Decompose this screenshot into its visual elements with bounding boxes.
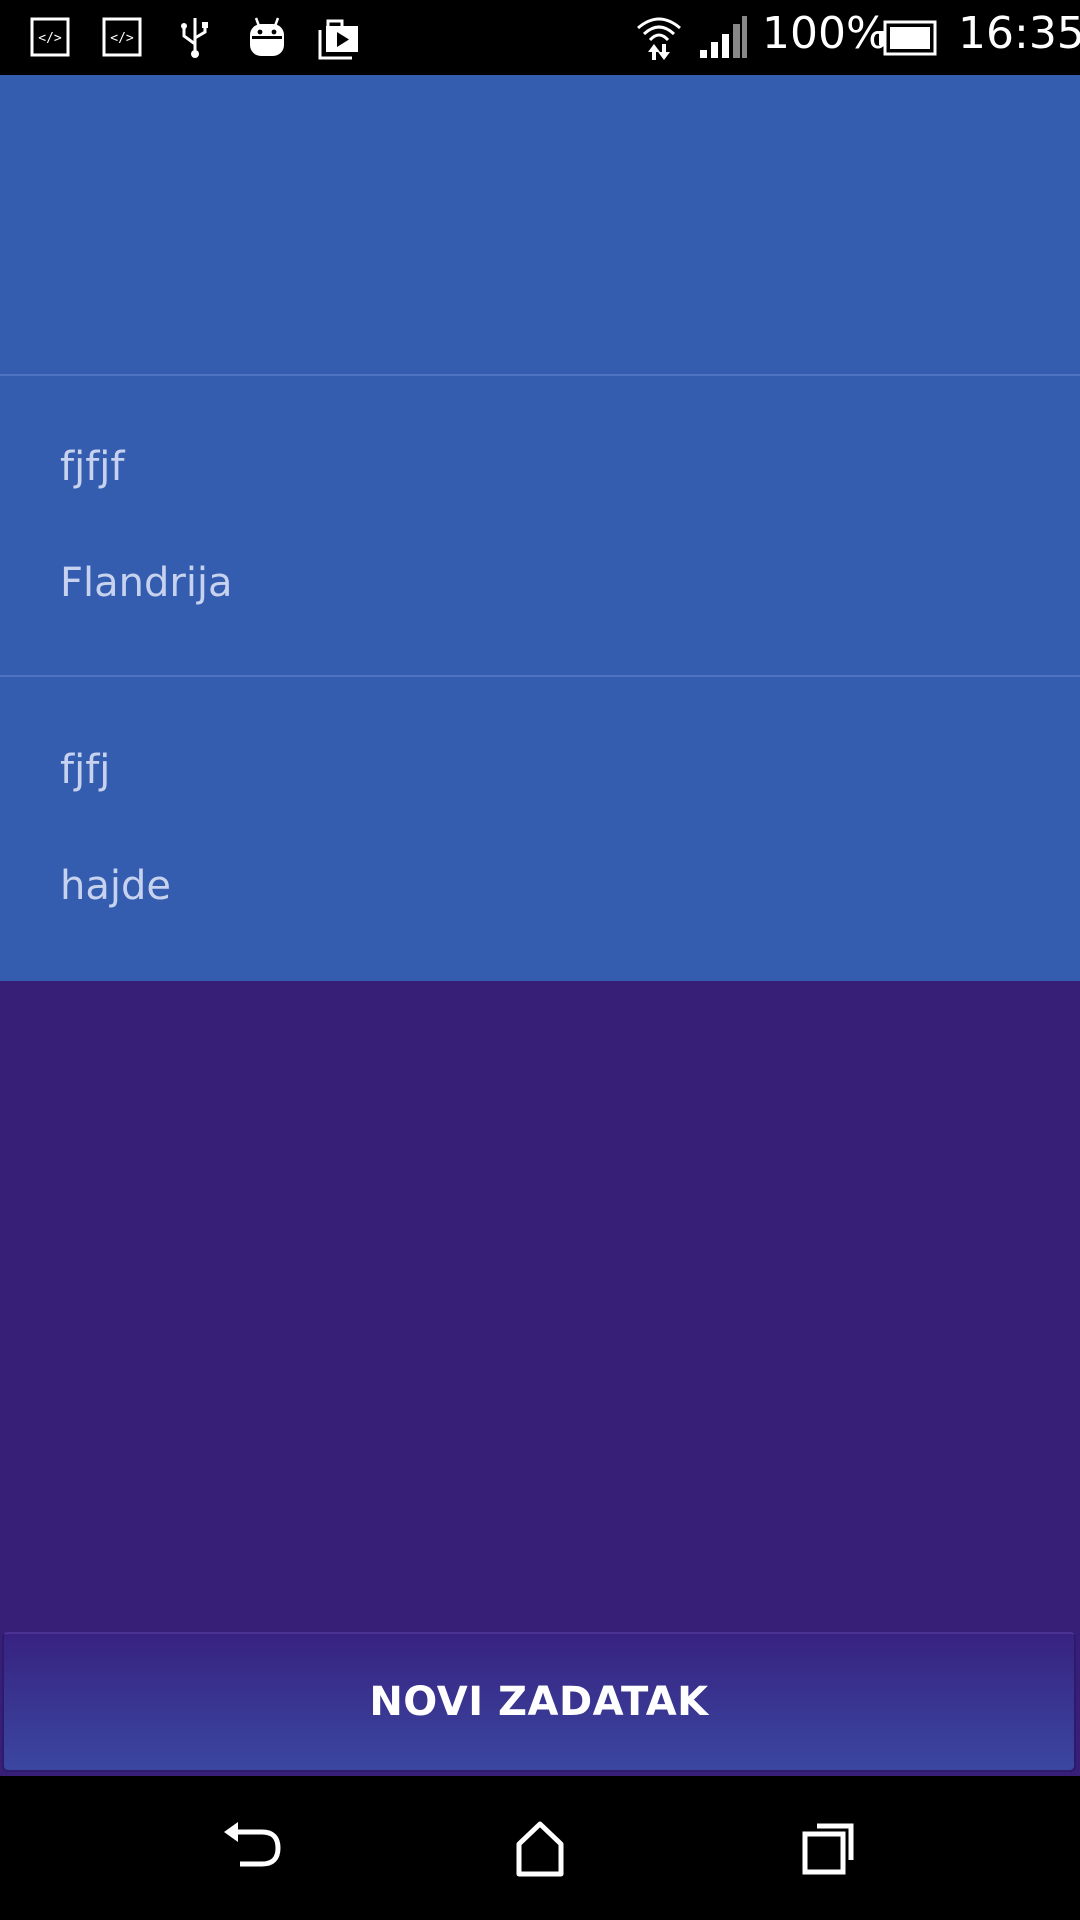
signal-icon [700, 16, 747, 58]
clock: 16:35 [958, 8, 1080, 59]
list-item[interactable]: fjfjf Flandrija [0, 376, 1080, 677]
item-title: fjfjf [60, 444, 125, 490]
svg-text:</>: </> [38, 31, 62, 46]
battery-percentage: 100% [762, 8, 888, 59]
code-icon: </> [102, 17, 142, 57]
list-item[interactable]: fjfj hajde [0, 677, 1080, 978]
recents-icon[interactable] [793, 1812, 863, 1882]
task-list: fjfjf Flandrija fjfj hajde [0, 75, 1080, 981]
svg-text:</>: </> [110, 31, 134, 46]
android-debug-icon [250, 17, 284, 56]
home-icon[interactable] [505, 1812, 575, 1882]
battery-icon [879, 20, 937, 56]
item-subtitle: hajde [60, 863, 171, 909]
usb-icon [181, 18, 208, 58]
navigation-bar [0, 1776, 1080, 1920]
new-task-button[interactable]: NOVI ZADATAK [2, 1632, 1076, 1772]
back-icon[interactable] [218, 1812, 288, 1882]
media-store-icon [318, 19, 358, 60]
status-bar: </> </> 100% 16:35 [0, 0, 1080, 75]
code-icon: </> [30, 17, 70, 57]
wifi-icon [637, 17, 681, 60]
item-title: fjfj [60, 747, 111, 793]
list-item[interactable] [0, 75, 1080, 376]
item-subtitle: Flandrija [60, 560, 233, 606]
